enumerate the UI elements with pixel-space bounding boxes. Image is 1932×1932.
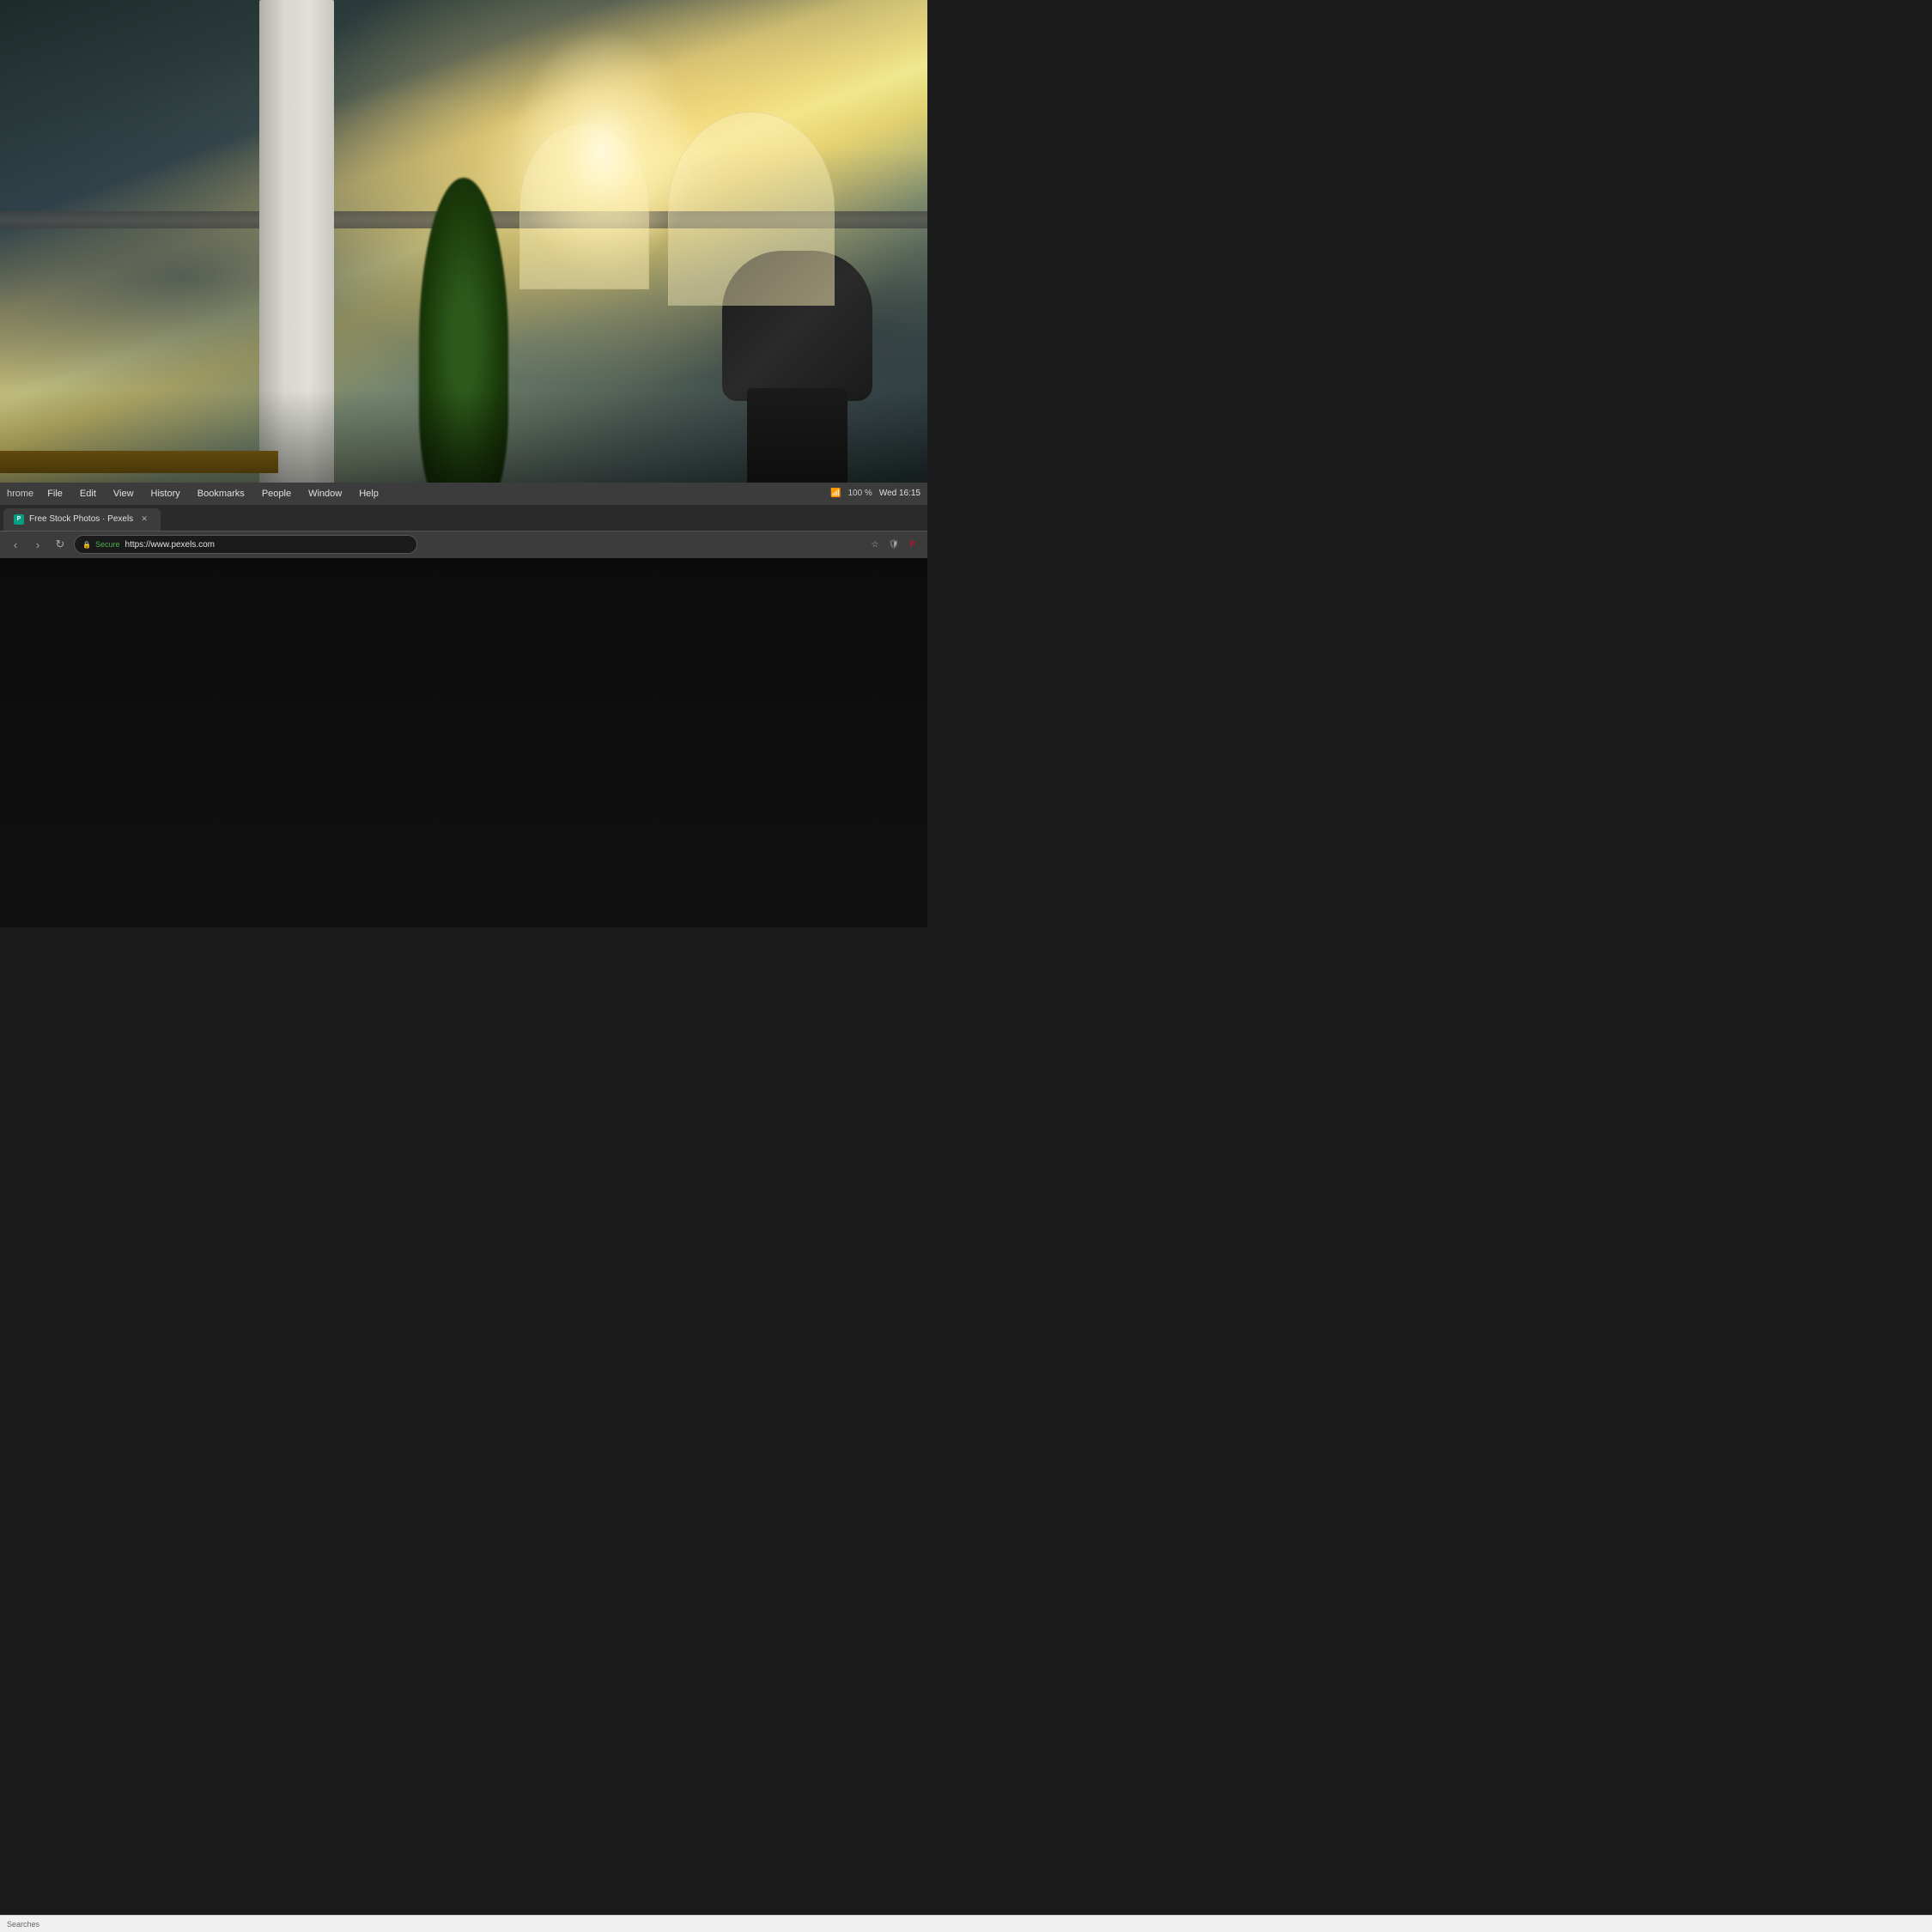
url-display: https://www.pexels.com xyxy=(125,540,215,550)
address-bar[interactable]: 🔒 Secure https://www.pexels.com xyxy=(74,535,417,554)
statusbar-label: Searches xyxy=(7,1920,39,1929)
active-tab[interactable]: P Free Stock Photos · Pexels ✕ xyxy=(3,508,161,531)
status-bar: Searches xyxy=(0,1915,1932,1932)
tab-close-button[interactable]: ✕ xyxy=(138,513,150,526)
window-light xyxy=(510,27,696,278)
bg-photo xyxy=(0,0,927,556)
menu-history[interactable]: History xyxy=(148,487,184,501)
back-button[interactable]: ‹ xyxy=(7,536,24,553)
menu-edit[interactable]: Edit xyxy=(76,487,100,501)
tab-bar: P Free Stock Photos · Pexels ✕ xyxy=(0,505,927,531)
star-icon[interactable]: ☆ xyxy=(867,537,883,552)
tab-label: Free Stock Photos · Pexels xyxy=(29,514,133,524)
chrome-app-name: hrome xyxy=(7,489,33,499)
shield-icon[interactable]: 🛡 xyxy=(886,537,902,552)
menu-help[interactable]: Help xyxy=(355,487,382,501)
wifi-icon: 📶 xyxy=(830,489,841,498)
menu-bookmarks[interactable]: Bookmarks xyxy=(194,487,248,501)
clock: Wed 16:15 xyxy=(879,489,920,498)
menu-file[interactable]: File xyxy=(44,487,66,501)
menu-window[interactable]: Window xyxy=(305,487,345,501)
reload-button[interactable]: ↻ xyxy=(52,536,69,553)
forward-button[interactable]: › xyxy=(29,536,46,553)
pinterest-icon[interactable]: P xyxy=(905,537,920,552)
menubar-right: 📶 100 % Wed 16:15 xyxy=(830,489,920,498)
tab-favicon: P xyxy=(14,514,24,525)
battery-label: 100 % xyxy=(848,489,872,498)
menu-view[interactable]: View xyxy=(110,487,137,501)
menu-people[interactable]: People xyxy=(258,487,295,501)
address-bar-row: ‹ › ↻ 🔒 Secure https://www.pexels.com ☆ … xyxy=(0,531,927,558)
monitor-container: hrome File Edit View History Bookmarks P… xyxy=(0,483,927,927)
chrome-menubar: hrome File Edit View History Bookmarks P… xyxy=(0,483,927,505)
secure-label: Secure xyxy=(95,540,120,549)
secure-icon: 🔒 xyxy=(83,540,90,549)
address-icons: ☆ 🛡 P xyxy=(867,537,920,552)
browser-frame: hrome File Edit View History Bookmarks P… xyxy=(0,483,927,558)
